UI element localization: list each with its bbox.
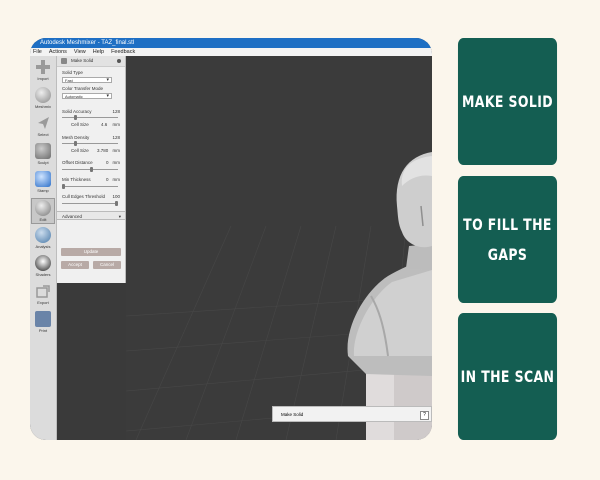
meshmix-icon [35, 87, 51, 103]
status-toast: Make Solid ? [272, 406, 432, 422]
caption-tile-2: TO FILL THE GAPS [457, 176, 558, 303]
cull-label: Cull Edges Threshold [62, 194, 105, 199]
shaders-icon [35, 255, 51, 271]
slider-knob[interactable] [115, 201, 118, 206]
window-title: Autodesk Meshmixer - TAZ_final.stl [30, 38, 432, 48]
stamp-icon [35, 171, 51, 187]
caption-text: IN THE SCAN [460, 366, 555, 386]
cell-size2-value: 3.780 [97, 148, 109, 153]
mesh-density-slider[interactable] [62, 141, 118, 146]
min-thickness-value: 0 [106, 177, 109, 182]
caption-tile-3: IN THE SCAN [457, 313, 558, 440]
slider-knob[interactable] [74, 115, 77, 120]
export-icon [35, 283, 51, 299]
cell-size-label: Cell Size [71, 122, 89, 127]
solid-accuracy-slider[interactable] [62, 115, 118, 120]
mesh-density-value: 128 [112, 135, 120, 140]
color-mode-label: Color Transfer Mode [62, 86, 104, 91]
tool-select[interactable]: Select [31, 114, 55, 140]
offset-label: Offset Distance [62, 160, 93, 165]
mesh-density-label: Mesh Density [62, 135, 90, 140]
brush-icon [35, 143, 51, 159]
min-thickness-unit: mm [112, 177, 121, 182]
menu-actions[interactable]: Actions [49, 48, 67, 56]
menu-bar: File Actions View Help Feedback [30, 48, 432, 56]
tool-edit[interactable]: Edit [31, 198, 55, 224]
panel-header: Make Solid [57, 56, 125, 67]
menu-file[interactable]: File [33, 48, 42, 56]
offset-slider[interactable] [62, 167, 118, 172]
color-mode-select[interactable]: Automatic [62, 93, 112, 99]
min-thickness-label: Min Thickness [62, 177, 91, 182]
offset-unit: mm [112, 160, 121, 165]
cell-size-value: 4.6 [101, 122, 108, 127]
make-solid-panel: Make Solid Solid Type Fast Color Transfe… [57, 56, 126, 283]
slider-knob[interactable] [74, 141, 77, 146]
accept-button[interactable]: Accept [61, 261, 89, 269]
viewport-scene [125, 152, 432, 440]
tool-import[interactable]: Import [31, 58, 55, 84]
edit-icon [35, 200, 51, 216]
tool-sculpt[interactable]: Sculpt [31, 142, 55, 168]
tool-shaders[interactable]: Shaders [31, 254, 55, 280]
analysis-icon [35, 227, 51, 243]
cell-size-unit: mm [112, 122, 121, 127]
solid-icon [61, 58, 67, 64]
tool-sidebar: Import Meshmix Select Sculpt Stamp Edit … [30, 56, 57, 440]
tool-meshmix[interactable]: Meshmix [31, 86, 55, 112]
min-thickness-slider[interactable] [62, 184, 118, 189]
tool-analysis[interactable]: Analysis [31, 226, 55, 252]
caption-text: TO FILL THE GAPS [463, 214, 552, 264]
offset-value: 0 [106, 160, 109, 165]
print-icon [35, 311, 51, 327]
menu-view[interactable]: View [74, 48, 86, 56]
tool-print[interactable]: Print [31, 310, 55, 336]
cell-size2-unit: mm [112, 148, 121, 153]
plus-icon [35, 59, 51, 75]
slider-knob[interactable] [62, 184, 65, 189]
meshmixer-window: Autodesk Meshmixer - TAZ_final.stl File … [30, 38, 432, 440]
tool-stamp[interactable]: Stamp [31, 170, 55, 196]
tool-export[interactable]: Export [31, 282, 55, 308]
cancel-button[interactable]: Cancel [93, 261, 121, 269]
slider-knob[interactable] [90, 167, 93, 172]
advanced-toggle[interactable]: Advanced ▾ [57, 211, 125, 220]
menu-feedback[interactable]: Feedback [111, 48, 135, 56]
caption-text: MAKE SOLID [461, 91, 554, 111]
panel-title: Make Solid [71, 58, 94, 63]
cull-value: 100 [112, 194, 120, 199]
update-button[interactable]: Update [61, 248, 121, 256]
solid-accuracy-value: 128 [112, 109, 120, 114]
solid-type-label: Solid Type [62, 70, 83, 75]
panel-close-icon[interactable] [117, 59, 121, 63]
cull-slider[interactable] [62, 201, 118, 206]
chevron-down-icon: ▾ [118, 214, 121, 219]
menu-help[interactable]: Help [93, 48, 104, 56]
bust-model [347, 152, 432, 376]
solid-accuracy-label: Solid Accuracy [62, 109, 92, 114]
help-icon[interactable]: ? [420, 411, 429, 420]
caption-tile-1: MAKE SOLID [457, 38, 558, 165]
cell-size2-label: Cell Size [71, 148, 89, 153]
select-arrow-icon [35, 115, 51, 131]
3d-viewport[interactable] [125, 56, 432, 440]
solid-type-select[interactable]: Fast [62, 77, 112, 83]
